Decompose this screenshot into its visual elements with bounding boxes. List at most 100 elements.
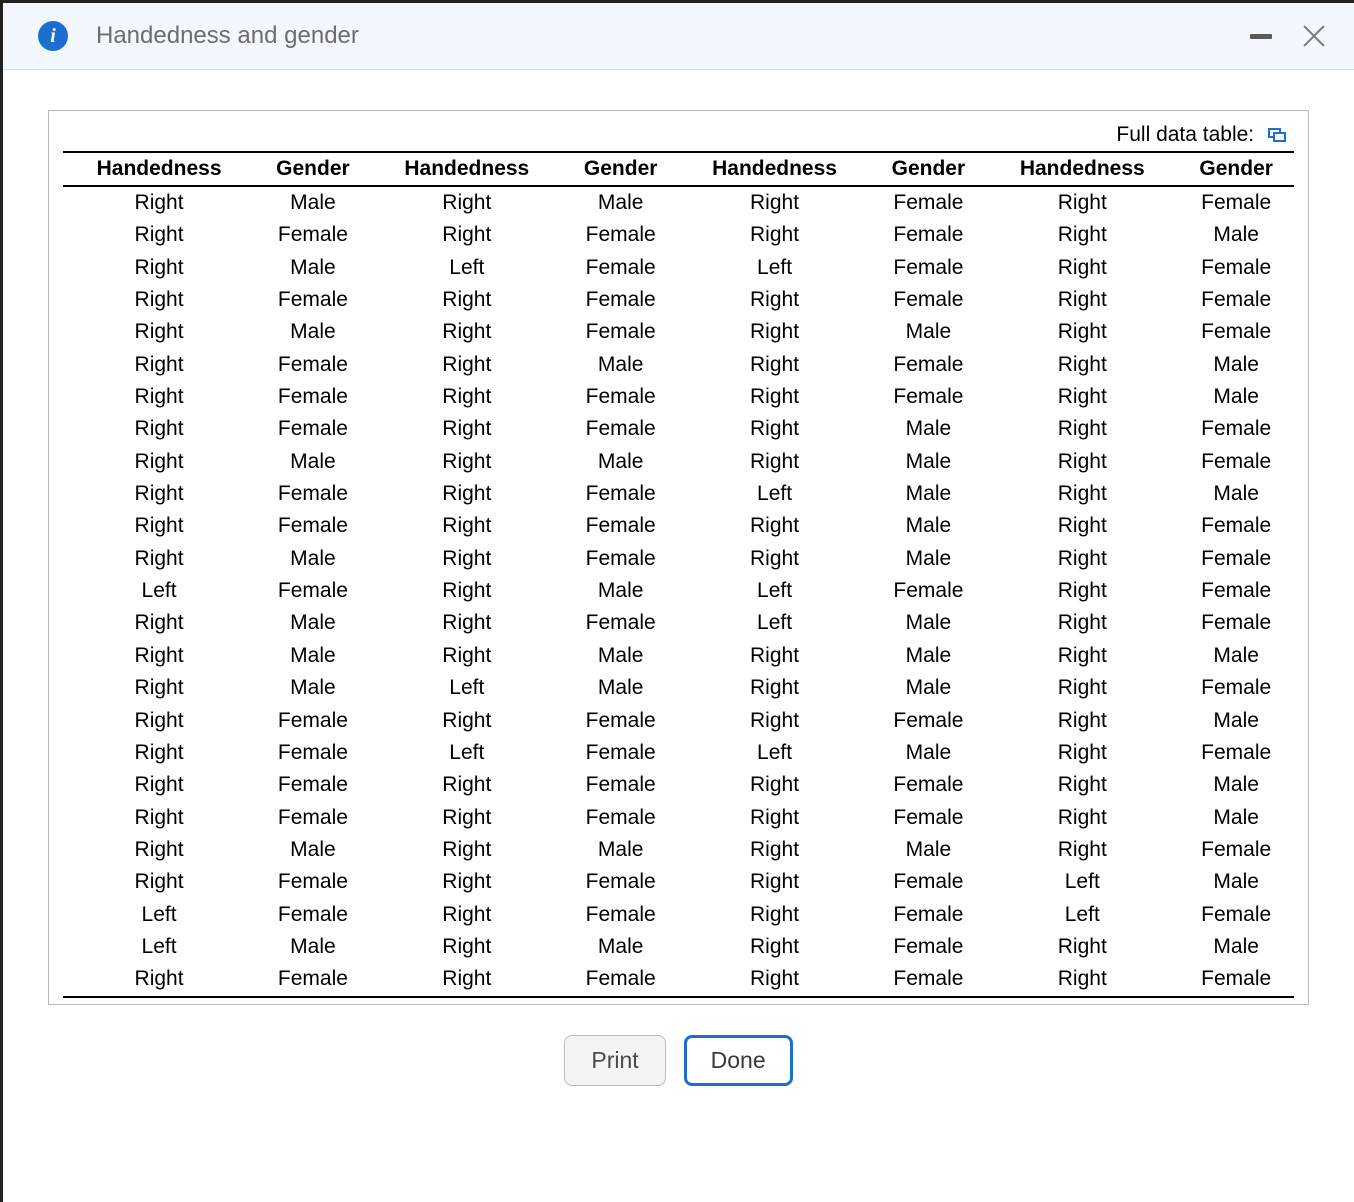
table-cell: Female: [255, 478, 371, 510]
table-cell: Right: [986, 802, 1178, 834]
table-cell: Male: [563, 349, 679, 381]
table-cell: Female: [563, 607, 679, 639]
table-cell: Right: [63, 510, 255, 542]
table-cell: Right: [371, 899, 563, 931]
column-header: Gender: [563, 152, 679, 186]
table-cell: Right: [678, 866, 870, 898]
table-cell: Male: [871, 543, 987, 575]
dialog-header: i Handedness and gender: [3, 3, 1354, 70]
table-cell: Left: [371, 252, 563, 284]
table-cell: Female: [255, 413, 371, 445]
table-cell: Right: [986, 510, 1178, 542]
table-cell: Male: [255, 252, 371, 284]
table-cell: Right: [63, 381, 255, 413]
table-cell: Female: [871, 219, 987, 251]
table-cell: Female: [563, 899, 679, 931]
table-cell: Male: [563, 575, 679, 607]
table-cell: Right: [986, 705, 1178, 737]
table-row: RightFemaleRightFemaleRightFemaleRightMa…: [63, 802, 1294, 834]
table-cell: Female: [1178, 316, 1294, 348]
table-cell: Right: [63, 834, 255, 866]
table-cell: Right: [986, 478, 1178, 510]
table-row: LeftFemaleRightMaleLeftFemaleRightFemale: [63, 575, 1294, 607]
table-cell: Right: [986, 349, 1178, 381]
table-cell: Female: [255, 219, 371, 251]
table-cell: Male: [255, 607, 371, 639]
table-cell: Female: [563, 284, 679, 316]
table-cell: Female: [1178, 963, 1294, 996]
table-cell: Male: [1178, 219, 1294, 251]
table-cell: Female: [871, 899, 987, 931]
table-row: RightMaleRightMaleRightFemaleRightFemale: [63, 186, 1294, 219]
table-row: RightMaleRightFemaleRightMaleRightFemale: [63, 543, 1294, 575]
table-cell: Female: [1178, 284, 1294, 316]
table-cell: Male: [871, 316, 987, 348]
table-cell: Female: [871, 349, 987, 381]
table-cell: Male: [1178, 802, 1294, 834]
table-cell: Right: [986, 316, 1178, 348]
table-row: LeftMaleRightMaleRightFemaleRightMale: [63, 931, 1294, 963]
table-cell: Right: [986, 219, 1178, 251]
table-cell: Right: [371, 802, 563, 834]
table-cell: Male: [871, 413, 987, 445]
table-cell: Right: [371, 349, 563, 381]
column-header: Gender: [255, 152, 371, 186]
table-cell: Female: [1178, 446, 1294, 478]
table-cell: Female: [1178, 899, 1294, 931]
table-cell: Female: [255, 963, 371, 996]
column-header: Gender: [1178, 152, 1294, 186]
table-cell: Right: [371, 381, 563, 413]
table-cell: Female: [563, 219, 679, 251]
table-cell: Right: [63, 349, 255, 381]
table-cell: Male: [563, 186, 679, 219]
table-cell: Female: [255, 284, 371, 316]
table-cell: Male: [1178, 705, 1294, 737]
table-cell: Female: [871, 186, 987, 219]
print-button[interactable]: Print: [564, 1035, 665, 1086]
table-cell: Right: [371, 769, 563, 801]
table-cell: Female: [1178, 510, 1294, 542]
table-cell: Right: [63, 640, 255, 672]
table-cell: Female: [563, 802, 679, 834]
table-cell: Female: [871, 963, 987, 996]
table-cell: Right: [63, 963, 255, 996]
table-cell: Female: [255, 802, 371, 834]
table-cell: Male: [871, 446, 987, 478]
table-cell: Right: [986, 284, 1178, 316]
table-cell: Right: [63, 284, 255, 316]
done-button[interactable]: Done: [684, 1035, 793, 1086]
table-cell: Right: [986, 607, 1178, 639]
table-cell: Right: [371, 543, 563, 575]
table-cell: Left: [63, 575, 255, 607]
table-caption: Full data table:: [63, 123, 1294, 151]
table-cell: Right: [371, 575, 563, 607]
table-cell: Left: [678, 607, 870, 639]
table-cell: Right: [63, 607, 255, 639]
table-cell: Female: [871, 284, 987, 316]
table-cell: Female: [563, 543, 679, 575]
table-cell: Right: [678, 413, 870, 445]
minimize-icon[interactable]: [1250, 34, 1272, 39]
table-cell: Right: [678, 219, 870, 251]
table-cell: Right: [371, 834, 563, 866]
table-cell: Male: [1178, 866, 1294, 898]
table-cell: Male: [1178, 931, 1294, 963]
table-cell: Female: [871, 575, 987, 607]
table-cell: Female: [871, 769, 987, 801]
popout-icon[interactable]: [1268, 128, 1286, 142]
table-row: RightMaleRightFemaleRightMaleRightFemale: [63, 316, 1294, 348]
table-cell: Female: [255, 866, 371, 898]
column-header: Handedness: [371, 152, 563, 186]
table-frame: Full data table: HandednessGenderHandedn…: [48, 110, 1309, 1005]
table-cell: Female: [871, 381, 987, 413]
table-cell: Right: [678, 963, 870, 996]
table-row: RightFemaleRightFemaleRightFemaleRightMa…: [63, 381, 1294, 413]
table-cell: Right: [986, 575, 1178, 607]
table-cell: Left: [63, 899, 255, 931]
table-cell: Male: [1178, 349, 1294, 381]
table-cell: Female: [1178, 413, 1294, 445]
table-cell: Female: [563, 737, 679, 769]
table-cell: Female: [1178, 834, 1294, 866]
close-icon[interactable]: [1302, 24, 1326, 48]
table-cell: Female: [871, 866, 987, 898]
